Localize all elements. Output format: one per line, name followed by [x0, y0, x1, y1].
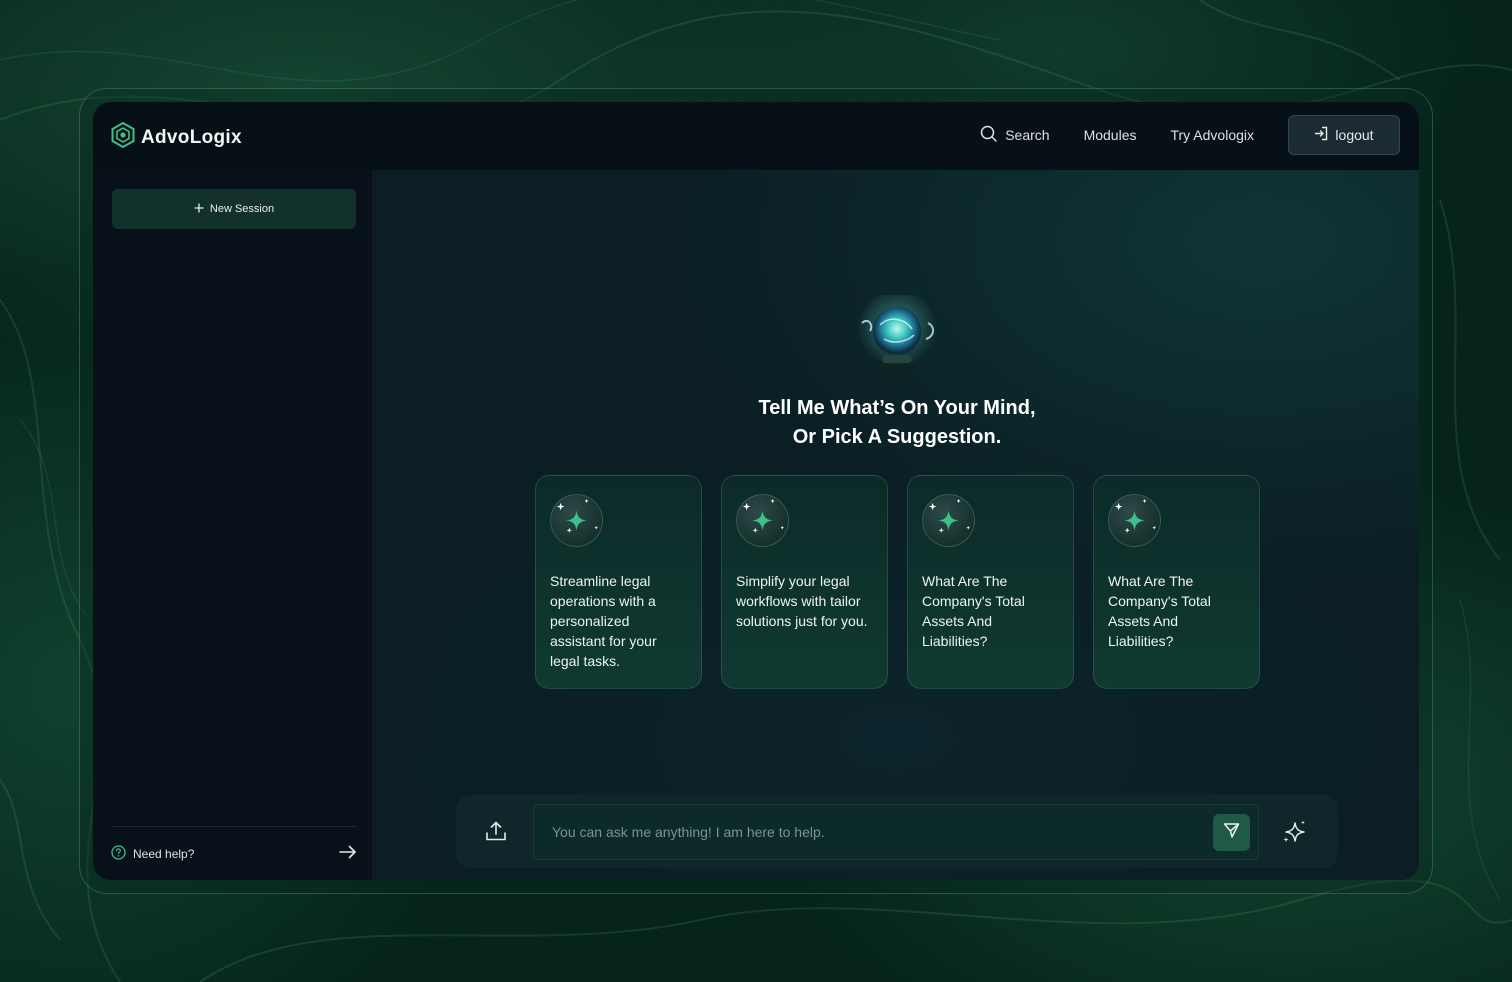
crystal-ball-icon: [850, 291, 945, 380]
plus-icon: [194, 202, 204, 216]
top-header: AdvoLogix Search Modules Try Advologix l…: [93, 102, 1419, 170]
top-nav: Search Modules Try Advologix logout: [980, 115, 1400, 155]
sparkle-icon: [736, 494, 789, 547]
nav-modules[interactable]: Modules: [1084, 127, 1137, 143]
send-button[interactable]: [1213, 814, 1250, 851]
sparkle-icon: [550, 494, 603, 547]
logout-button[interactable]: logout: [1288, 115, 1400, 155]
main-content: Tell Me What’s On Your Mind, Or Pick A S…: [375, 170, 1419, 880]
headline-line-1: Tell Me What’s On Your Mind,: [758, 397, 1036, 419]
page-headline: Tell Me What’s On Your Mind, Or Pick A S…: [375, 394, 1419, 452]
need-help-label: Need help?: [133, 846, 195, 861]
login-arrow-icon: [1314, 126, 1329, 144]
headline-line-2: Or Pick A Suggestion.: [792, 426, 1002, 448]
suggestion-text: What Are The Company's Total Assets And …: [1108, 573, 1211, 649]
suggestion-card[interactable]: Simplify your legal workflows with tailo…: [721, 475, 888, 689]
upload-icon[interactable]: [485, 820, 507, 847]
nav-search[interactable]: Search: [980, 125, 1050, 145]
suggestion-card[interactable]: What Are The Company's Total Assets And …: [907, 475, 1074, 689]
arrow-right-icon[interactable]: [339, 845, 357, 862]
search-icon: [980, 125, 997, 145]
logout-label: logout: [1335, 127, 1374, 143]
send-icon: [1223, 822, 1240, 844]
chat-input[interactable]: [552, 805, 1202, 859]
suggestion-cards: Streamline legal operations with a perso…: [535, 475, 1260, 689]
nav-search-label: Search: [1005, 127, 1050, 143]
question-circle-icon: [111, 844, 126, 863]
sidebar: New Session Need help?: [93, 170, 374, 880]
brand-name: AdvoLogix: [141, 126, 242, 148]
sparkle-icon: [922, 494, 975, 547]
chat-composer: [456, 795, 1338, 868]
chat-input-wrapper: [533, 804, 1259, 860]
app-window: AdvoLogix Search Modules Try Advologix l…: [93, 102, 1419, 880]
need-help-row[interactable]: Need help?: [111, 826, 357, 880]
new-session-button[interactable]: New Session: [112, 189, 356, 229]
magic-sparkles-icon[interactable]: [1282, 819, 1308, 850]
suggestion-text: Simplify your legal workflows with tailo…: [736, 573, 868, 629]
suggestion-card[interactable]: Streamline legal operations with a perso…: [535, 475, 702, 689]
suggestion-text: What Are The Company's Total Assets And …: [922, 573, 1025, 649]
suggestion-text: Streamline legal operations with a perso…: [550, 573, 657, 669]
new-session-label: New Session: [209, 203, 275, 215]
nav-try-advologix[interactable]: Try Advologix: [1170, 127, 1254, 143]
brand-logo[interactable]: AdvoLogix: [111, 121, 242, 153]
hexagon-logo-icon: [111, 121, 135, 153]
suggestion-card[interactable]: What Are The Company's Total Assets And …: [1093, 475, 1260, 689]
need-help-left: Need help?: [111, 844, 195, 863]
sparkle-icon: [1108, 494, 1161, 547]
